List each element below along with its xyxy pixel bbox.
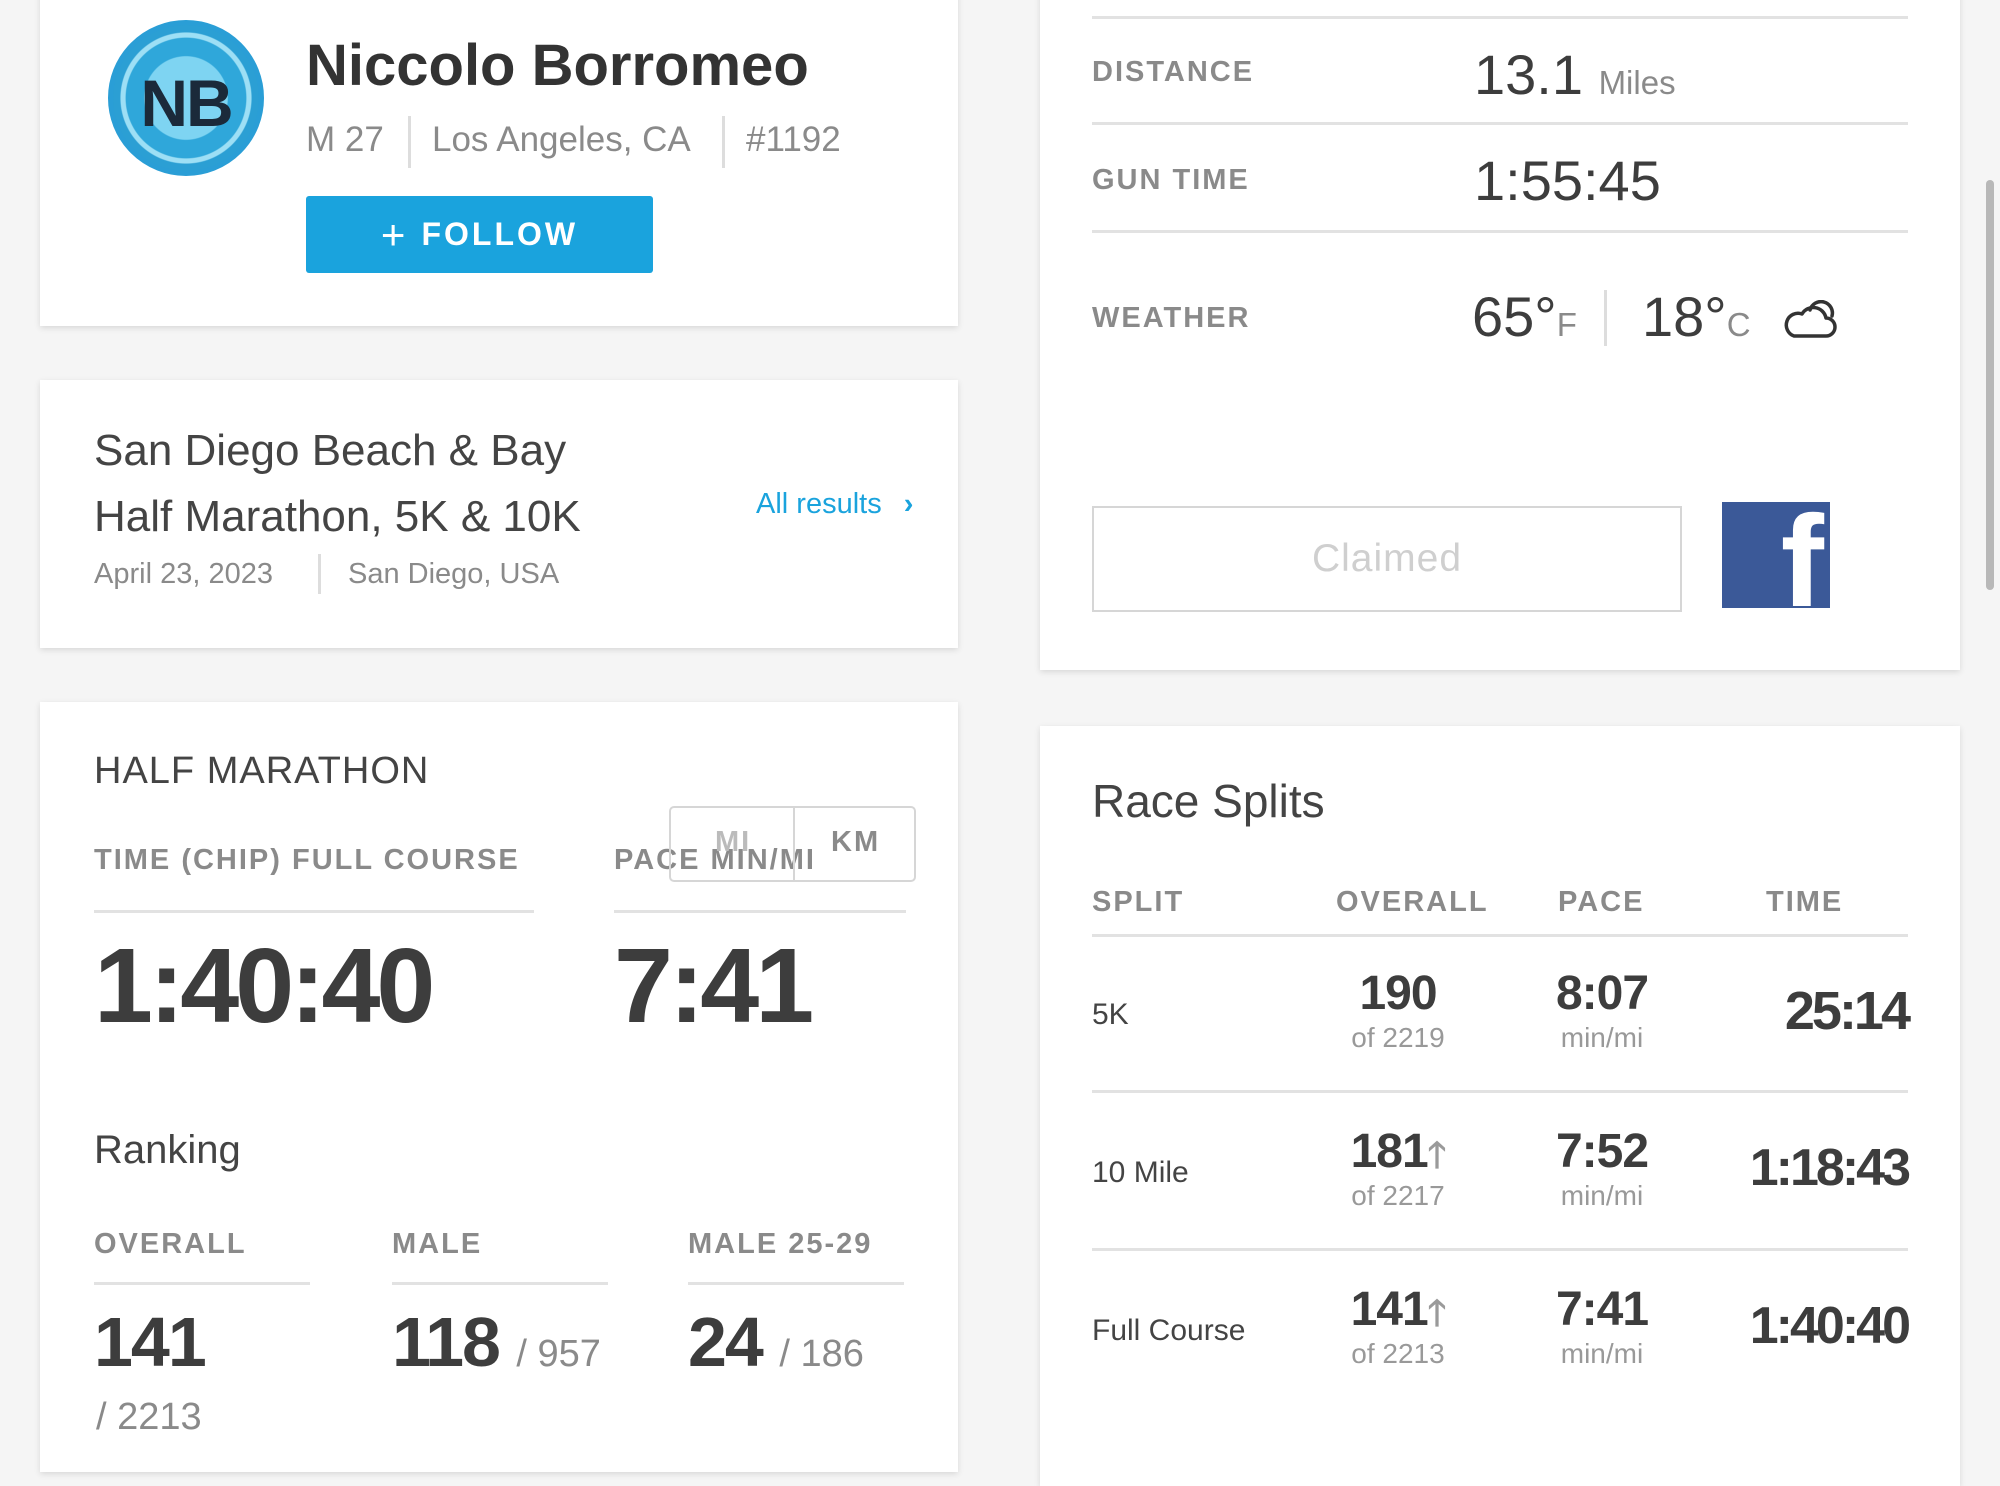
male-rank-value: 118 <box>392 1303 501 1381</box>
race-title: HALF MARATHON <box>94 750 430 792</box>
plus-icon: + <box>380 210 406 258</box>
distance-number: 13.1 <box>1474 43 1583 106</box>
divider <box>392 1282 608 1285</box>
temp-c-unit: C <box>1726 306 1751 343</box>
split-time: 1:40:40 <box>1749 1297 1911 1355</box>
male-rank: 118 / 957 <box>392 1302 601 1382</box>
split-name: 5K <box>1092 998 1129 1031</box>
header-time: TIME <box>1766 886 1844 918</box>
split-overall-of: of 2213 <box>1351 1338 1445 1369</box>
avatar[interactable]: NB <box>108 20 264 176</box>
gun-time-label: GUN TIME <box>1092 164 1250 196</box>
divider <box>1092 122 1908 125</box>
split-overall: 190 <box>1359 967 1437 1020</box>
ranking-title: Ranking <box>94 1128 241 1172</box>
arrow-up-icon: 🡑 <box>1427 1134 1447 1175</box>
unit-mi-option[interactable]: MI <box>715 826 751 859</box>
split-time: 1:18:43 <box>1749 1139 1911 1197</box>
bib-number: #1192 <box>746 120 841 159</box>
divider <box>722 116 725 168</box>
arrow-up-icon: 🡑 <box>1427 1292 1447 1333</box>
chevron-right-icon: › <box>903 488 914 520</box>
temp-f-value: 65° <box>1472 285 1557 348</box>
divider <box>408 116 411 168</box>
overall-label: OVERALL <box>94 1228 247 1260</box>
athlete-location: Los Angeles, CA <box>432 120 691 159</box>
pace-value: 7:41 <box>614 927 814 1045</box>
male-label: MALE <box>392 1228 483 1260</box>
gun-time-value: 1:55:45 <box>1474 149 1661 212</box>
temp-celsius: 18°C <box>1642 284 1751 349</box>
splits-card <box>1040 726 1960 1486</box>
distance-label: DISTANCE <box>1092 56 1255 88</box>
event-name-line2: Half Marathon, 5K & 10K <box>94 492 581 541</box>
claimed-button[interactable]: Claimed <box>1092 506 1682 612</box>
male-rank-total: / 957 <box>516 1333 601 1375</box>
event-name-line1: San Diego Beach & Bay <box>94 426 567 475</box>
divider <box>94 1282 310 1285</box>
split-overall: 141 <box>1350 1283 1429 1336</box>
athlete-name: Niccolo Borromeo <box>306 33 809 98</box>
temp-f-unit: F <box>1556 306 1577 343</box>
distance-value: 13.1 Miles <box>1474 42 1676 107</box>
cloud-icon <box>1784 300 1837 338</box>
splits-title: Race Splits <box>1092 775 1325 827</box>
split-overall-of: of 2217 <box>1351 1180 1445 1211</box>
follow-button[interactable]: + FOLLOW <box>306 196 653 273</box>
facebook-icon[interactable]: f <box>1722 502 1830 608</box>
group-rank-total: / 186 <box>779 1333 864 1375</box>
split-overall-of: of 2219 <box>1351 1022 1445 1053</box>
split-overall: 181 <box>1350 1125 1429 1178</box>
temp-fahrenheit: 65°F <box>1472 284 1577 349</box>
divider <box>614 910 906 913</box>
group-rank: 24 / 186 <box>688 1302 864 1382</box>
event-place: San Diego, USA <box>348 558 560 590</box>
toggle-divider <box>793 808 795 880</box>
divider <box>318 554 321 594</box>
follow-label: FOLLOW <box>421 216 579 252</box>
temp-c-value: 18° <box>1642 285 1727 348</box>
distance-unit: Miles <box>1598 64 1676 101</box>
scrollbar[interactable] <box>1986 180 1994 590</box>
overall-rank-total: / 2213 <box>96 1396 202 1438</box>
header-split: SPLIT <box>1092 886 1185 918</box>
divider <box>688 1282 904 1285</box>
avatar-initials: NB <box>140 66 233 140</box>
split-time: 25:14 <box>1784 981 1911 1041</box>
header-pace: PACE <box>1558 886 1645 918</box>
divider <box>1092 934 1908 937</box>
divider <box>1092 16 1908 19</box>
group-label: MALE 25-29 <box>688 1228 873 1260</box>
divider <box>1092 230 1908 233</box>
all-results-link[interactable]: All results › <box>756 488 913 521</box>
weather-label: WEATHER <box>1092 302 1251 334</box>
chip-time: 1:40:40 <box>94 927 435 1045</box>
all-results-label: All results <box>756 488 882 520</box>
split-name: 10 Mile <box>1092 1156 1189 1189</box>
overall-rank: 141 <box>94 1302 207 1382</box>
group-rank-value: 24 <box>688 1303 764 1381</box>
time-label: TIME (CHIP) FULL COURSE <box>94 844 520 876</box>
unit-km-option[interactable]: KM <box>831 826 880 859</box>
divider <box>1604 290 1607 346</box>
event-date: April 23, 2023 <box>94 558 273 590</box>
header-overall: OVERALL <box>1336 886 1489 918</box>
divider <box>1092 1090 1908 1093</box>
split-name: Full Course <box>1092 1314 1246 1347</box>
divider <box>94 910 534 913</box>
unit-toggle[interactable]: MI KM <box>669 806 916 882</box>
overall-rank-value: 141 <box>94 1303 207 1381</box>
divider <box>1092 1248 1908 1251</box>
athlete-gender-age: M 27 <box>306 120 384 159</box>
